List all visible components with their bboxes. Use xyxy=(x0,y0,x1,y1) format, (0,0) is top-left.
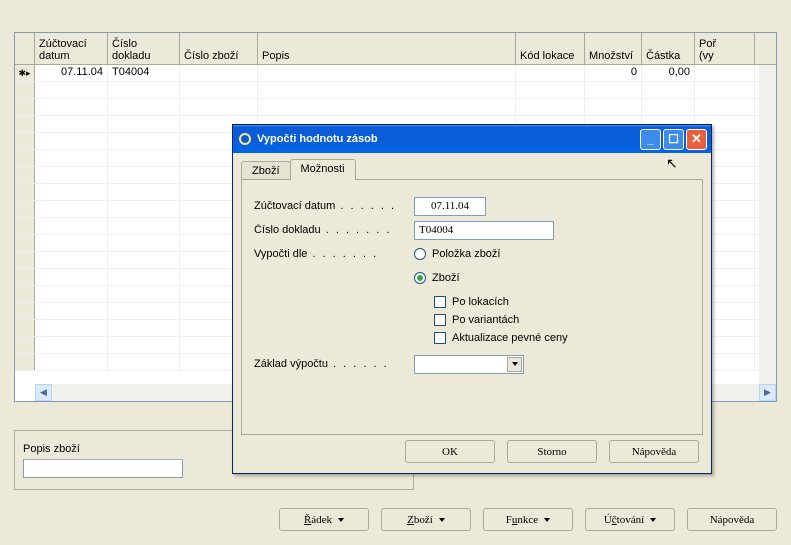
description-label: Popis zboží xyxy=(23,443,80,455)
minimize-button[interactable]: _ xyxy=(640,129,661,150)
check-by-location[interactable]: Po lokacích xyxy=(434,296,690,308)
tab-panel-options: Zúčtovací datum . . . . . . Číslo doklad… xyxy=(241,179,703,435)
radio-icon xyxy=(414,248,426,260)
table-row[interactable]: ✱▸ 07.11.04 T04004 0 0,00 xyxy=(15,65,776,82)
description-field[interactable] xyxy=(23,459,183,478)
cancel-button[interactable]: Storno xyxy=(507,440,597,463)
cell-amount[interactable]: 0,00 xyxy=(642,65,695,81)
cell-order[interactable] xyxy=(695,65,755,81)
bottom-toolbar: Řádek Zboží Funkce Účtování Nápověda xyxy=(0,508,791,531)
functions-button[interactable]: Funkce xyxy=(483,508,573,531)
row-indicator[interactable]: ✱▸ xyxy=(15,65,35,81)
dialog-tabs: Zboží Možnosti xyxy=(241,159,703,179)
dialog-title: Vypočti hodnotu zásob xyxy=(257,133,378,145)
posting-date-input[interactable] xyxy=(414,197,486,216)
check-update-std-cost[interactable]: Aktualizace pevné ceny xyxy=(434,332,690,344)
calc-base-combo[interactable] xyxy=(414,355,524,374)
cell-posting-date[interactable]: 07.11.04 xyxy=(35,65,108,81)
calculate-inventory-dialog: Vypočti hodnotu zásob _ ☐ ✕ ↖ Zboží Možn… xyxy=(232,124,712,474)
gear-icon xyxy=(237,131,253,147)
line-button[interactable]: Řádek xyxy=(279,508,369,531)
checkbox-icon xyxy=(434,332,446,344)
col-item-no[interactable]: Číslo zboží xyxy=(180,33,258,64)
maximize-button[interactable]: ☐ xyxy=(663,129,684,150)
calc-base-label: Základ výpočtu . . . . . . xyxy=(254,358,414,370)
radio-item[interactable]: Zboží xyxy=(414,272,460,284)
dialog-titlebar[interactable]: Vypočti hodnotu zásob _ ☐ ✕ xyxy=(233,125,711,153)
close-button[interactable]: ✕ xyxy=(686,129,707,150)
cell-description[interactable] xyxy=(258,65,516,81)
cell-document-no[interactable]: T04004 xyxy=(108,65,180,81)
row-selector-header xyxy=(15,33,35,64)
cell-quantity[interactable]: 0 xyxy=(585,65,642,81)
chevron-down-icon[interactable] xyxy=(507,357,522,372)
posting-date-label: Zúčtovací datum . . . . . . xyxy=(254,200,414,212)
radio-icon xyxy=(414,272,426,284)
dialog-help-button[interactable]: Nápověda xyxy=(609,440,699,463)
tab-options[interactable]: Možnosti xyxy=(290,159,356,179)
col-order[interactable]: Poř (vy xyxy=(695,33,755,64)
cell-location[interactable] xyxy=(516,65,585,81)
posting-button[interactable]: Účtování xyxy=(585,508,675,531)
vertical-scrollbar[interactable] xyxy=(759,65,776,384)
col-document-no[interactable]: Číslo dokladu xyxy=(108,33,180,64)
col-description[interactable]: Popis xyxy=(258,33,516,64)
col-quantity[interactable]: Množství xyxy=(585,33,642,64)
tab-item[interactable]: Zboží xyxy=(241,161,291,179)
current-row-icon: ✱▸ xyxy=(18,68,30,79)
checkbox-icon xyxy=(434,314,446,326)
cell-item-no[interactable] xyxy=(180,65,258,81)
scroll-right-icon[interactable]: ▶ xyxy=(759,384,776,401)
ok-button[interactable]: OK xyxy=(405,440,495,463)
radio-item-ledger-entry[interactable]: Položka zboží xyxy=(414,248,500,260)
scroll-left-icon[interactable]: ◀ xyxy=(35,384,52,401)
document-no-label: Číslo dokladu . . . . . . . xyxy=(254,224,414,236)
check-by-variant[interactable]: Po variantách xyxy=(434,314,690,326)
calc-base-value xyxy=(415,356,506,373)
calculate-per-label: Vypočti dle . . . . . . . xyxy=(254,248,414,260)
grid-header: Zúčtovací datum Číslo dokladu Číslo zbož… xyxy=(15,33,776,65)
col-amount[interactable]: Částka xyxy=(642,33,695,64)
help-button[interactable]: Nápověda xyxy=(687,508,777,531)
col-posting-date[interactable]: Zúčtovací datum xyxy=(35,33,108,64)
checkbox-icon xyxy=(434,296,446,308)
document-no-input[interactable] xyxy=(414,221,554,240)
col-location-code[interactable]: Kód lokace xyxy=(516,33,585,64)
dialog-body: Zboží Možnosti Zúčtovací datum . . . . .… xyxy=(241,159,703,433)
item-button[interactable]: Zboží xyxy=(381,508,471,531)
dialog-buttons: OK Storno Nápověda xyxy=(405,440,699,463)
